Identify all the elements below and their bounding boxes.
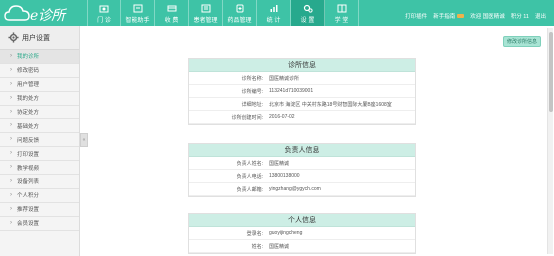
- nav-label: 学 堂: [334, 18, 349, 24]
- row-label: 诊所编号:: [241, 88, 263, 95]
- row-label: 详细地址:: [241, 101, 263, 108]
- row-value: 2016-07-02: [269, 114, 295, 120]
- card-title: 诊所信息: [189, 59, 415, 72]
- sidebar-item-basic-prescriptions[interactable]: 基础处方: [0, 119, 79, 134]
- notification-icon[interactable]: [457, 14, 465, 18]
- top-navigation-bar: e诊所 门 诊 智能助手 收 费 患者管理 药品管理 统 计 设 置 学 堂 打…: [0, 0, 554, 26]
- nav-label: 收 费: [164, 18, 179, 24]
- row-label: 登录名:: [246, 230, 263, 237]
- row-label: 负责人姓名:: [236, 160, 263, 167]
- row-value: guoyijingcheng: [269, 230, 303, 236]
- row-label: 诊所创建时间:: [231, 114, 263, 121]
- nav-label: 智能助手: [125, 18, 150, 24]
- nav-label: 药品管理: [227, 18, 252, 24]
- personal-info-card: 个人信息 登录名: guoyijingcheng 姓名: 国医精诚: [188, 213, 416, 254]
- nav-label: 门 诊: [97, 18, 111, 24]
- row-value: 13800138000: [269, 173, 300, 179]
- top-user-area: 打印插件 新手指南 欢迎 国医精诚 积分 11 退出: [399, 12, 546, 20]
- sidebar-item-user-management[interactable]: 用户管理: [0, 78, 79, 92]
- info-row: 负责人邮箱: yingzhang@ygych.com: [189, 183, 415, 196]
- gear-icon: [8, 32, 19, 43]
- logo[interactable]: e诊所: [4, 2, 86, 24]
- sidebar-item-tutorial-videos[interactable]: 教学视频: [0, 161, 79, 176]
- sidebar-item-personal-points[interactable]: 个人积分: [0, 189, 79, 203]
- sidebar-item-referral-settings[interactable]: 推荐设置: [0, 203, 79, 217]
- edit-clinic-info-button[interactable]: 修改诊所信息: [502, 36, 541, 47]
- row-label: 诊所名称:: [241, 75, 263, 82]
- info-row: 姓名: 国医精诚: [189, 240, 415, 253]
- stats-icon: [270, 5, 277, 12]
- sidebar-item-device-list[interactable]: 设备列表: [0, 175, 79, 189]
- info-row: 诊所创建时间: 2016-07-02: [189, 111, 415, 124]
- logo-text: e诊所: [30, 8, 65, 24]
- sidebar-item-agreed-prescriptions[interactable]: 协定处方: [0, 106, 79, 120]
- row-value: 国医精诚: [269, 160, 290, 167]
- sidebar-item-print-settings[interactable]: 打印设置: [0, 147, 79, 162]
- logout-link[interactable]: 退出: [535, 12, 546, 20]
- nav-patient[interactable]: 患者管理: [189, 0, 223, 26]
- nav-label: 设 置: [300, 18, 315, 24]
- row-label: 负责人邮箱:: [236, 186, 263, 193]
- nav-label: 患者管理: [193, 18, 218, 24]
- clinic-icon: [99, 5, 109, 13]
- nav-assistant[interactable]: 智能助手: [121, 0, 155, 26]
- patient-icon: [201, 4, 210, 13]
- main-content: 修改诊所信息 诊所信息 诊所名称: 国医精诚诊所 诊所编号: 113241d71…: [88, 26, 544, 256]
- row-label: 负责人电话:: [236, 173, 263, 180]
- nav-school[interactable]: 学 堂: [325, 0, 359, 26]
- info-row: 诊所名称: 国医精诚诊所: [189, 72, 415, 85]
- sidebar-item-my-clinic[interactable]: 我的诊所: [0, 50, 79, 64]
- row-value: 北京市 海淀区 中关村东路18号财智国际大厦B座1608室: [269, 101, 392, 108]
- row-value: 国医精诚: [269, 243, 290, 250]
- welcome-user[interactable]: 欢迎 国医精诚: [470, 12, 505, 20]
- nav-stats[interactable]: 统 计: [257, 0, 291, 26]
- sidebar-item-my-prescriptions[interactable]: 我的处方: [0, 92, 79, 106]
- info-row: 负责人姓名: 国医精诚: [189, 157, 415, 170]
- info-row: 负责人电话: 13800138000: [189, 170, 415, 183]
- settings-sidebar: 用户设置 我的诊所 修改密码 用户管理 我的处方 协定处方 基础处方 问题反馈 …: [0, 26, 80, 256]
- nav-charge[interactable]: 收 费: [155, 0, 189, 26]
- cloud-logo-icon: [4, 5, 30, 21]
- card-title: 负责人信息: [189, 144, 415, 157]
- school-icon: [337, 4, 346, 13]
- row-label: 姓名:: [251, 243, 263, 250]
- scrollbar-thumb[interactable]: [549, 32, 553, 112]
- clinic-info-card: 诊所信息 诊所名称: 国医精诚诊所 诊所编号: 113241d710039001…: [188, 58, 416, 125]
- vertical-scrollbar[interactable]: [547, 28, 553, 254]
- sidebar-item-member-settings[interactable]: 会员设置: [0, 217, 79, 231]
- info-row: 诊所编号: 113241d710039001: [189, 85, 415, 98]
- nav-settings[interactable]: 设 置: [291, 0, 325, 26]
- row-value: 国医精诚诊所: [269, 75, 300, 82]
- row-value: 113241d710039001: [269, 88, 314, 94]
- chevron-left-icon: «: [82, 137, 86, 143]
- nav-clinic[interactable]: 门 诊: [87, 0, 121, 26]
- user-points[interactable]: 积分 11: [511, 12, 529, 20]
- nav-drug[interactable]: 药品管理: [223, 0, 257, 26]
- row-value: yingzhang@ygych.com: [269, 186, 321, 192]
- main-nav: 门 诊 智能助手 收 费 患者管理 药品管理 统 计 设 置 学 堂: [87, 0, 359, 26]
- print-plugin-link[interactable]: 打印插件: [405, 12, 427, 20]
- owner-info-card: 负责人信息 负责人姓名: 国医精诚 负责人电话: 13800138000 负责人…: [188, 143, 416, 197]
- sidebar-item-change-password[interactable]: 修改密码: [0, 64, 79, 78]
- settings-icon: [303, 4, 313, 13]
- sidebar-item-feedback[interactable]: 问题反馈: [0, 133, 79, 148]
- card-title: 个人信息: [189, 214, 415, 227]
- drug-icon: [236, 4, 243, 13]
- info-row: 详细地址: 北京市 海淀区 中关村东路18号财智国际大厦B座1608室: [189, 98, 415, 111]
- newbie-guide-link[interactable]: 新手指南: [433, 12, 455, 20]
- assistant-icon: [133, 4, 142, 13]
- nav-label: 统 计: [266, 18, 281, 24]
- info-row: 登录名: guoyijingcheng: [189, 227, 415, 240]
- charge-icon: [167, 5, 176, 12]
- sidebar-collapse-toggle[interactable]: «: [80, 133, 88, 147]
